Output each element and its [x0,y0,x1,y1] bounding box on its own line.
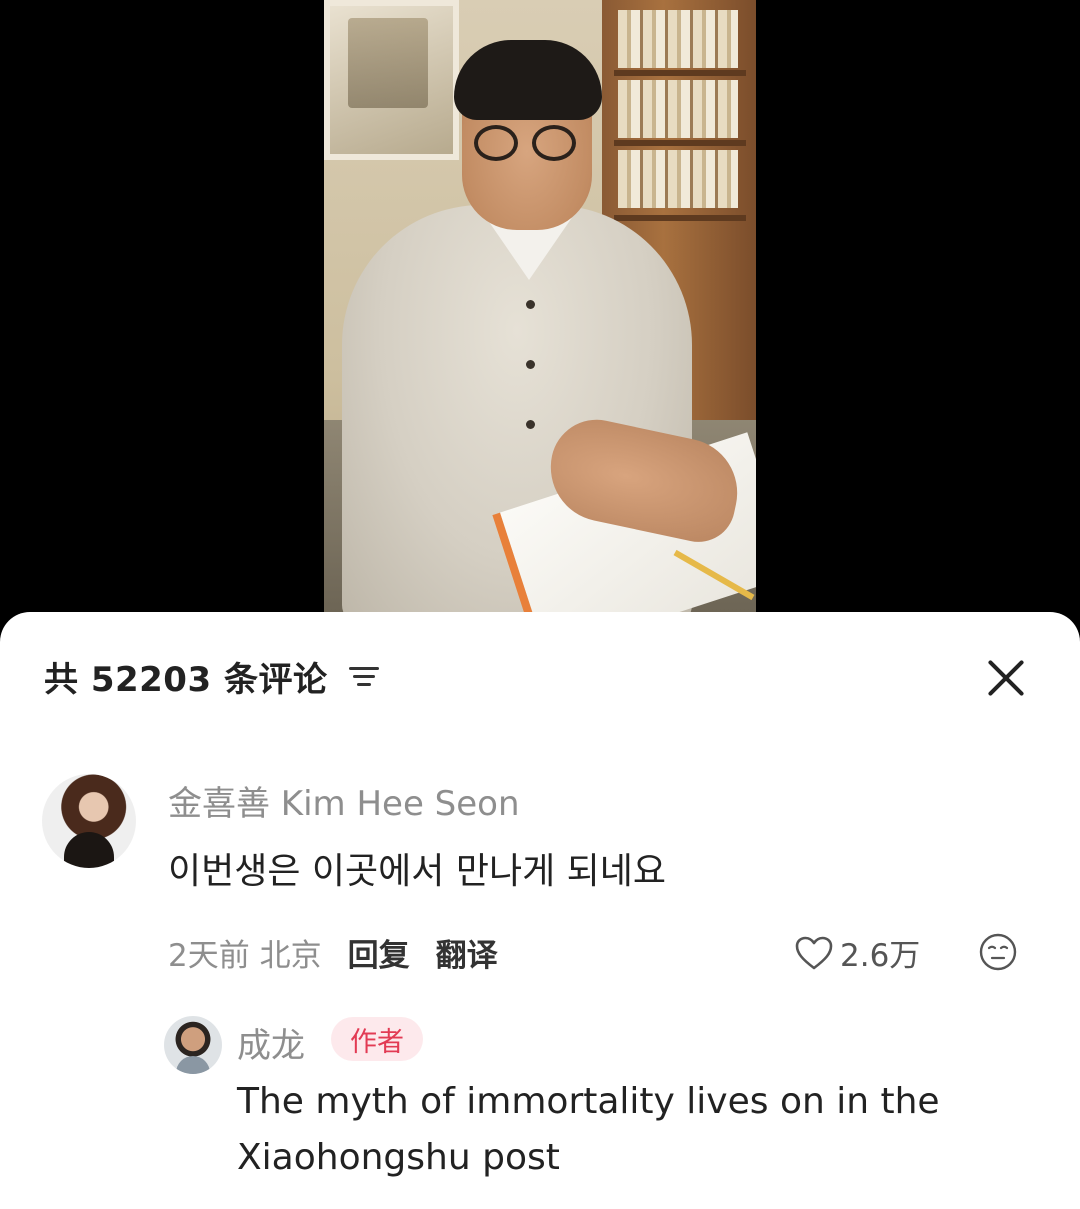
glasses [474,125,594,165]
reply-avatar[interactable] [164,1016,222,1074]
post-photo[interactable] [324,0,756,612]
books [618,80,738,138]
author-badge: 作者 [331,1017,423,1061]
person-hair [454,40,602,120]
reply-username[interactable]: 成龙 [237,1018,305,1067]
books [618,10,738,68]
reply-text[interactable]: The myth of immortality lives on in the … [237,1074,957,1186]
shirt-button [526,300,535,309]
shirt-button [526,360,535,369]
wall-frame [324,0,459,160]
comment-count-title: 共 52203 条评论 [44,660,328,700]
like-button[interactable]: 2.6万 [794,930,920,975]
comment-meta: 2天前 北京 回复 翻译 [168,930,498,975]
translate-button[interactable]: 翻译 [436,930,498,975]
emoji-face-icon[interactable] [978,932,1018,972]
books [618,150,738,208]
like-count: 2.6万 [840,938,921,974]
comment-text[interactable]: 이번생은 이곳에서 만나게 되네요 [168,842,666,894]
shelf-row [614,70,746,76]
close-icon[interactable] [984,656,1028,700]
comment-username[interactable]: 金喜善 Kim Hee Seon [168,776,520,825]
heart-outline-icon [795,936,833,969]
comment-header: 共 52203 条评论 [44,652,380,701]
shelf-row [614,215,746,221]
reply-button[interactable]: 回复 [348,930,410,975]
shelf-row [614,140,746,146]
shirt-button [526,420,535,429]
comment-sheet: 共 52203 条评论 金喜善 Kim Hee Seon 이번생은 이곳에서 만… [0,612,1080,1209]
comment-time-location: 2天前 北京 [168,938,322,974]
sort-lines-icon[interactable] [349,665,380,689]
avatar[interactable] [42,774,136,868]
